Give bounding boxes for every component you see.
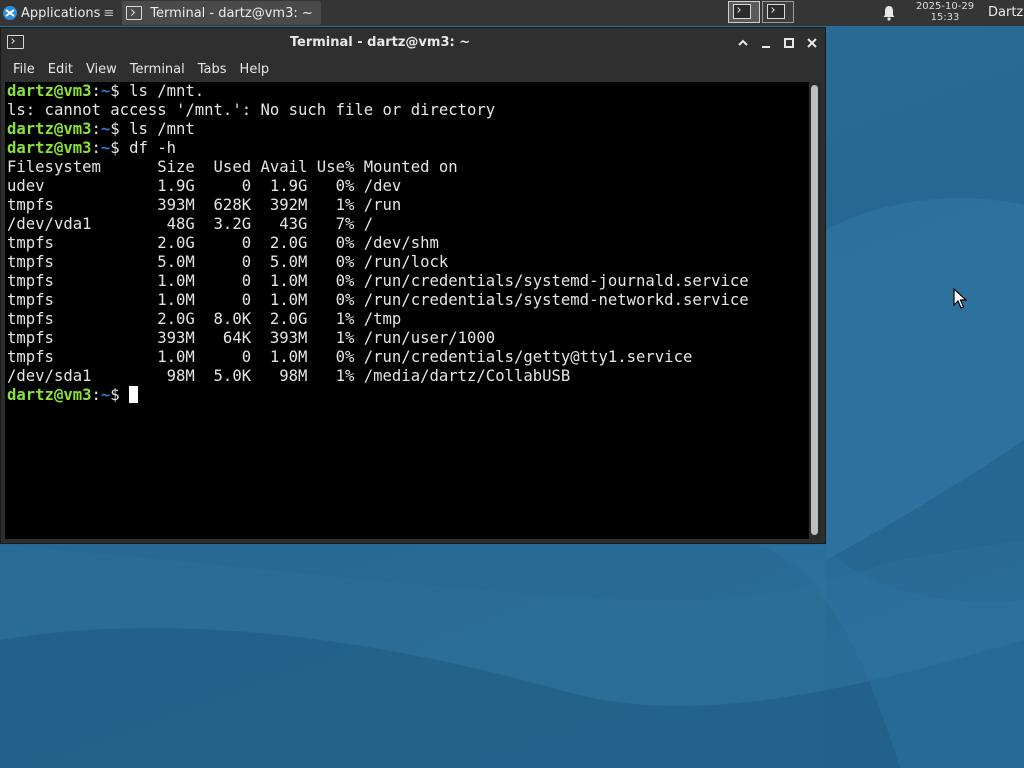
terminal-output-line: ls: cannot access '/mnt.': No such file …	[7, 101, 496, 119]
menu-view[interactable]: View	[80, 59, 124, 81]
menu-help[interactable]: Help	[234, 59, 277, 81]
prompt-path: ~	[100, 139, 111, 157]
prompt-command: ls /mnt	[129, 120, 195, 138]
terminal-output-area[interactable]: dartz@vm3:~$ ls /mnt. ls: cannot access '…	[5, 82, 809, 539]
terminal-output-line: tmpfs 1.0M 0 1.0M 0% /run/credentials/sy…	[7, 272, 749, 290]
shade-window-button[interactable]	[735, 35, 751, 51]
window-titlebar[interactable]: Terminal - dartz@vm3: ~	[1, 28, 825, 58]
notification-bell-icon[interactable]	[882, 5, 896, 21]
workspace-switcher[interactable]	[728, 1, 796, 23]
terminal-scrollbar[interactable]	[809, 82, 821, 539]
prompt-user-host: dartz@vm3	[7, 139, 92, 157]
terminal-output-line: tmpfs 393M 64K 393M 1% /run/user/1000	[7, 329, 496, 347]
terminal-output-line: tmpfs 393M 628K 392M 1% /run	[7, 196, 402, 214]
prompt-path: ~	[100, 82, 111, 100]
workspace-window-preview-icon	[767, 4, 785, 19]
terminal-output-line: tmpfs 1.0M 0 1.0M 0% /run/credentials/ge…	[7, 348, 693, 366]
xfce-logo-icon	[3, 6, 17, 20]
terminal-cursor	[129, 386, 139, 403]
clock-time: 15:33	[930, 12, 960, 23]
user-menu[interactable]: Dartz	[988, 5, 1023, 20]
prompt-path: ~	[100, 386, 111, 404]
menu-terminal[interactable]: Terminal	[124, 59, 192, 81]
menu-bar: File Edit View Terminal Tabs Help	[1, 58, 825, 82]
workspace-2[interactable]	[762, 1, 794, 23]
prompt-user-host: dartz@vm3	[7, 386, 92, 404]
applications-menu-glyph: ≡	[103, 5, 115, 21]
terminal-output-line: udev 1.9G 0 1.9G 0% /dev	[7, 177, 402, 195]
close-window-button[interactable]	[804, 35, 820, 51]
panel-clock[interactable]: 2025-10-29 15:33	[910, 1, 980, 23]
terminal-icon	[126, 6, 143, 20]
minimize-window-button[interactable]	[758, 35, 774, 51]
terminal-window: Terminal - dartz@vm3: ~ File Edit View T…	[0, 27, 826, 544]
window-title: Terminal - dartz@vm3: ~	[289, 35, 471, 50]
clock-date: 2025-10-29	[915, 1, 975, 12]
prompt-path: ~	[100, 120, 111, 138]
terminal-prompt-line: dartz@vm3:~$	[7, 386, 809, 405]
maximize-window-button[interactable]	[781, 35, 797, 51]
menu-edit[interactable]: Edit	[42, 59, 80, 81]
terminal-prompt-line: dartz@vm3:~$ ls /mnt	[7, 120, 195, 138]
chevron-up-icon	[738, 39, 748, 46]
maximize-icon	[784, 38, 794, 48]
scrollbar-thumb[interactable]	[811, 85, 818, 535]
minimize-icon	[762, 46, 770, 48]
terminal-output-line: /dev/vda1 48G 3.2G 43G 7% /	[7, 215, 374, 233]
terminal-prompt-line: dartz@vm3:~$ df -h	[7, 139, 177, 157]
terminal-output-line: /dev/sda1 98M 5.0K 98M 1% /media/dartz/C…	[7, 367, 571, 385]
top-panel: Applications ≡ Terminal - dartz@vm3: ~ 2…	[0, 0, 1024, 26]
applications-menu[interactable]: Applications ≡	[0, 0, 118, 26]
prompt-user-host: dartz@vm3	[7, 120, 92, 138]
prompt-command: df -h	[129, 139, 177, 157]
terminal-output-line: tmpfs 1.0M 0 1.0M 0% /run/credentials/sy…	[7, 291, 749, 309]
taskbar-terminal-button[interactable]: Terminal - dartz@vm3: ~	[122, 1, 321, 25]
menu-file[interactable]: File	[7, 59, 42, 81]
terminal-output-line: tmpfs 2.0G 0 2.0G 0% /dev/shm	[7, 234, 439, 252]
terminal-output-line: Filesystem Size Used Avail Use% Mounted …	[7, 158, 458, 176]
prompt-user-host: dartz@vm3	[7, 82, 92, 100]
taskbar-window-title: Terminal - dartz@vm3: ~	[150, 5, 313, 21]
workspace-1[interactable]	[728, 1, 760, 23]
mouse-pointer-icon	[953, 288, 967, 309]
terminal-output-line: tmpfs 2.0G 8.0K 2.0G 1% /tmp	[7, 310, 402, 328]
workspace-window-preview-icon	[733, 4, 751, 19]
menu-tabs[interactable]: Tabs	[192, 59, 234, 81]
terminal-output-line: tmpfs 5.0M 0 5.0M 0% /run/lock	[7, 253, 449, 271]
close-icon	[807, 38, 817, 48]
prompt-command: ls /mnt.	[129, 82, 205, 100]
terminal-prompt-line: dartz@vm3:~$ ls /mnt.	[7, 82, 205, 100]
applications-label: Applications	[21, 5, 101, 21]
